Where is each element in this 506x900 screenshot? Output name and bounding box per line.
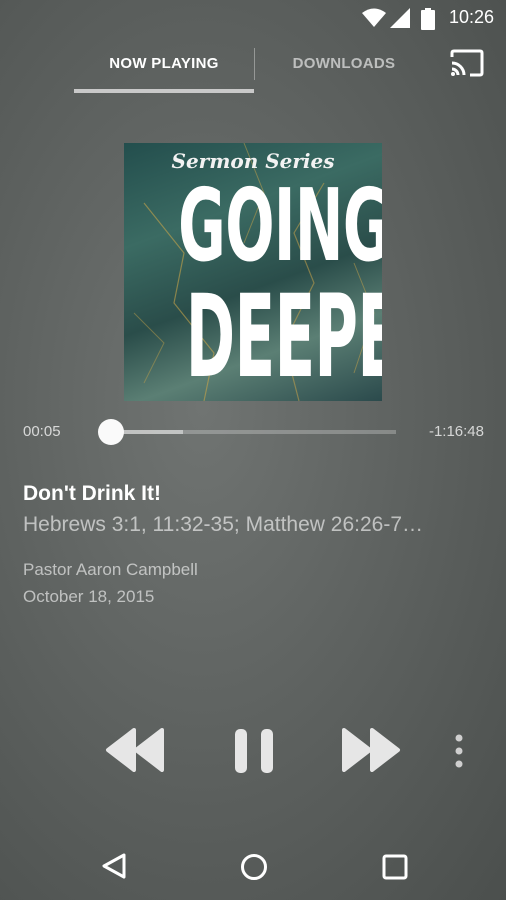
pause-icon[interactable] xyxy=(233,728,275,774)
remaining-time: -1:16:48 xyxy=(428,423,484,440)
wifi-icon xyxy=(362,8,386,27)
elapsed-time: 00:05 xyxy=(23,423,61,440)
navigation-bar xyxy=(0,822,506,900)
more-options-icon[interactable] xyxy=(451,733,467,769)
status-bar: 10:26 xyxy=(0,0,506,36)
battery-icon xyxy=(421,8,435,30)
track-title: Don't Drink It! xyxy=(23,482,161,505)
tab-divider xyxy=(254,48,255,80)
track-date: October 18, 2015 xyxy=(23,587,155,606)
tab-bar: NOW PLAYING DOWNLOADS xyxy=(0,36,506,94)
rewind-icon[interactable] xyxy=(104,728,166,772)
signal-icon xyxy=(390,8,410,28)
album-art: Sermon Series GOING DEEPER xyxy=(124,143,382,401)
home-icon[interactable] xyxy=(240,853,268,881)
tab-now-playing[interactable]: NOW PLAYING xyxy=(74,36,254,92)
recents-icon[interactable] xyxy=(382,854,408,880)
seek-thumb[interactable] xyxy=(98,419,124,445)
seek-bar[interactable] xyxy=(112,430,396,434)
cast-icon[interactable] xyxy=(450,49,484,77)
album-title-line1: GOING xyxy=(178,167,382,284)
track-scripture: Hebrews 3:1, 11:32-35; Matthew 26:26-7… xyxy=(23,513,423,536)
album-title-line2: DEEPER xyxy=(185,270,382,401)
track-speaker: Pastor Aaron Campbell xyxy=(23,560,198,579)
back-icon[interactable] xyxy=(100,852,128,880)
fast-forward-icon[interactable] xyxy=(340,728,402,772)
status-time: 10:26 xyxy=(448,7,494,27)
tab-downloads[interactable]: DOWNLOADS xyxy=(256,36,432,92)
tab-indicator xyxy=(74,89,254,93)
